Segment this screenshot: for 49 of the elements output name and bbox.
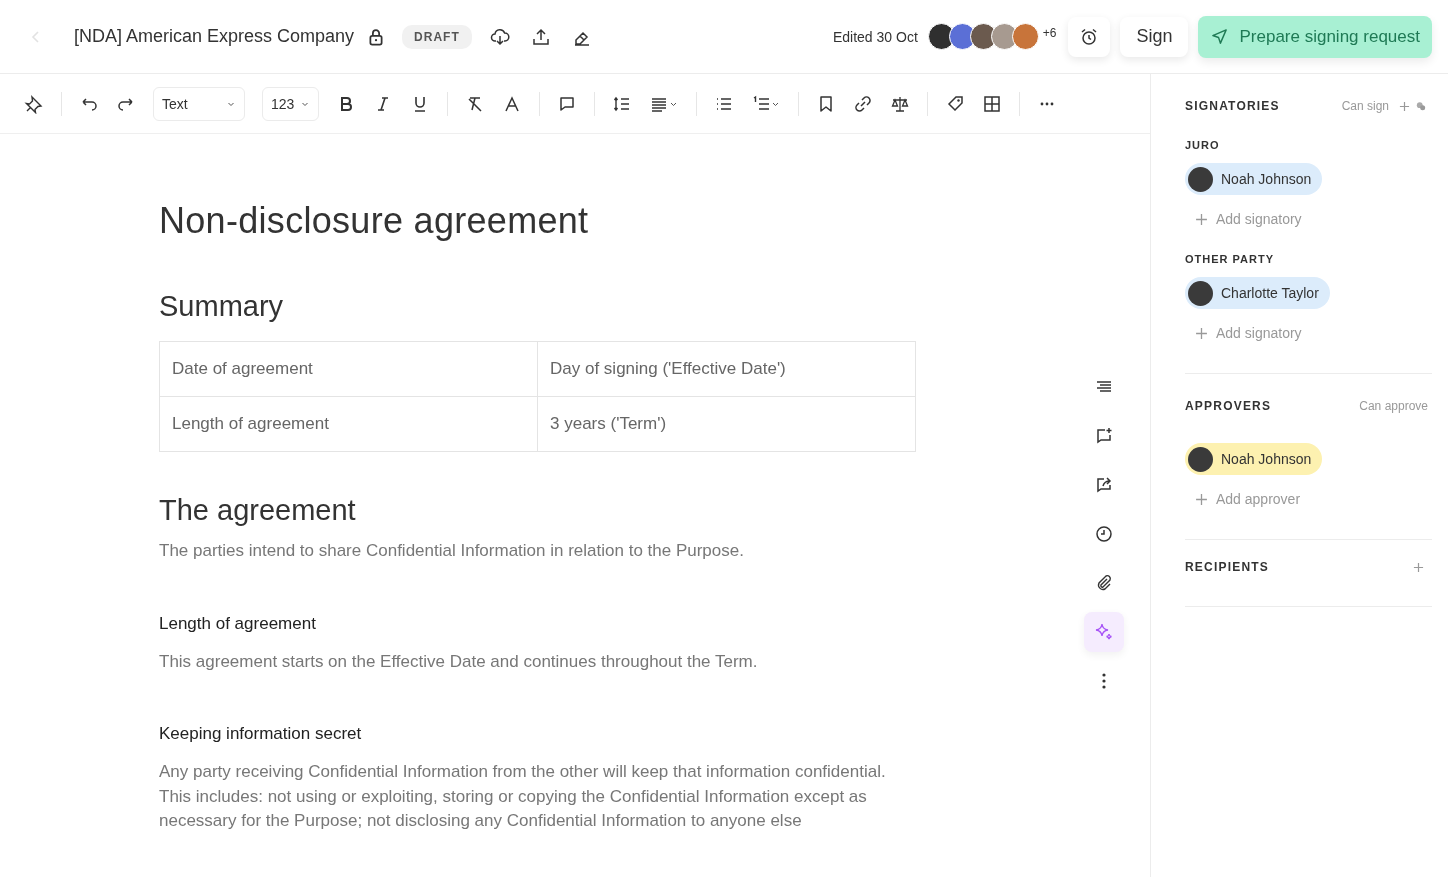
plus-icon: [1195, 326, 1208, 340]
tag-icon[interactable]: [945, 93, 966, 114]
status-badge: DRAFT: [402, 24, 472, 49]
group-label: OTHER PARTY: [1185, 253, 1275, 265]
plus-icon: [1195, 212, 1208, 226]
section-heading: The agreement: [159, 494, 357, 527]
font-size-dropdown[interactable]: 123: [262, 86, 320, 121]
edited-date: Edited 30 Oct: [832, 28, 918, 45]
section-title: RECIPIENTS: [1185, 560, 1270, 574]
section-title: APPROVERS: [1185, 399, 1273, 413]
plus-icon[interactable]: [1399, 100, 1410, 112]
sparkle-icon[interactable]: [1084, 612, 1124, 652]
subsection-heading: Length of agreement: [159, 613, 317, 634]
link-icon[interactable]: [853, 93, 874, 114]
group-label: JURO: [1185, 139, 1220, 151]
plus-icon[interactable]: [1413, 561, 1424, 573]
section-hint: Can approve: [1359, 399, 1428, 413]
section-heading: Summary: [159, 290, 285, 323]
avatar: [1188, 166, 1213, 192]
text-style-dropdown[interactable]: Text: [153, 86, 245, 121]
avatar: [1188, 280, 1213, 306]
sign-button[interactable]: Sign: [1120, 16, 1189, 57]
table-cell: Day of signing ('Effective Date'): [537, 341, 916, 397]
prepare-signing-request-button[interactable]: Prepare signing request: [1198, 15, 1432, 58]
document-heading: Non-disclosure agreement: [159, 200, 590, 242]
reminder-button[interactable]: [1068, 16, 1111, 57]
cloud-download-icon[interactable]: [489, 26, 510, 47]
section-title: SIGNATORIES: [1185, 99, 1281, 113]
person-chip[interactable]: Charlotte Taylor: [1185, 277, 1330, 309]
chat-icon[interactable]: [1416, 101, 1426, 111]
person-chip[interactable]: Noah Johnson: [1185, 443, 1323, 475]
table-cell: Date of agreement: [159, 341, 538, 397]
paragraph: The parties intend to share Confidential Information in relation to the Purpose.: [159, 540, 745, 562]
plus-icon: [1195, 492, 1208, 506]
avatar: [1011, 23, 1039, 50]
section-hint: Can sign: [1341, 99, 1389, 113]
avatar: [1188, 446, 1213, 472]
send-icon: [1210, 27, 1230, 46]
upload-icon[interactable]: [530, 26, 551, 47]
pin-icon[interactable]: [24, 93, 44, 114]
paragraph: Any party receiving Confidential Information from the other will keep that information confidential. This includes: not using or exploiting, storing or copying the Confidential Information except as necessary for the Purpose; not disclosing any Confidential Information to anyone else: [159, 761, 887, 832]
document-title: [NDA] American Express Company: [74, 26, 355, 47]
table-cell: 3 years ('Term'): [537, 396, 916, 452]
paragraph: This agreement starts on the Effective Date and continues throughout the Term.: [159, 650, 759, 673]
table-cell: Length of agreement: [159, 396, 538, 452]
more-people-count: +6: [1042, 25, 1057, 40]
table-icon[interactable]: [982, 93, 1003, 114]
subsection-heading: Keeping information secret: [159, 724, 363, 744]
person-chip[interactable]: Noah Johnson: [1185, 163, 1323, 195]
